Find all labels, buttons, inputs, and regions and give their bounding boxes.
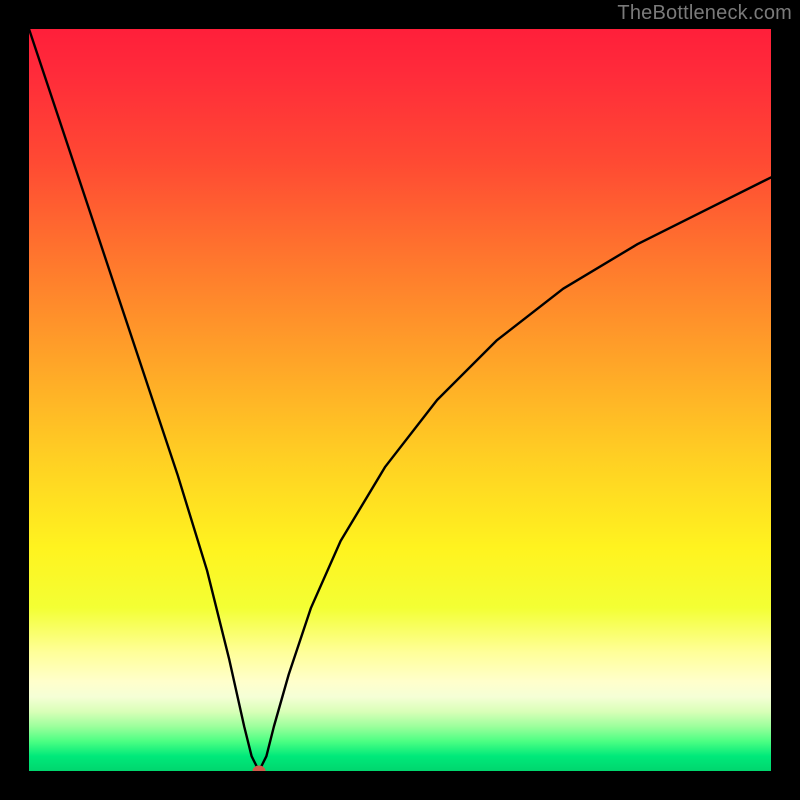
curve-path [29,29,771,771]
plot-area [29,29,771,771]
watermark-text: TheBottleneck.com [617,2,792,25]
optimal-point-marker [253,766,266,772]
chart-frame: TheBottleneck.com [0,0,800,800]
bottleneck-curve [29,29,771,771]
